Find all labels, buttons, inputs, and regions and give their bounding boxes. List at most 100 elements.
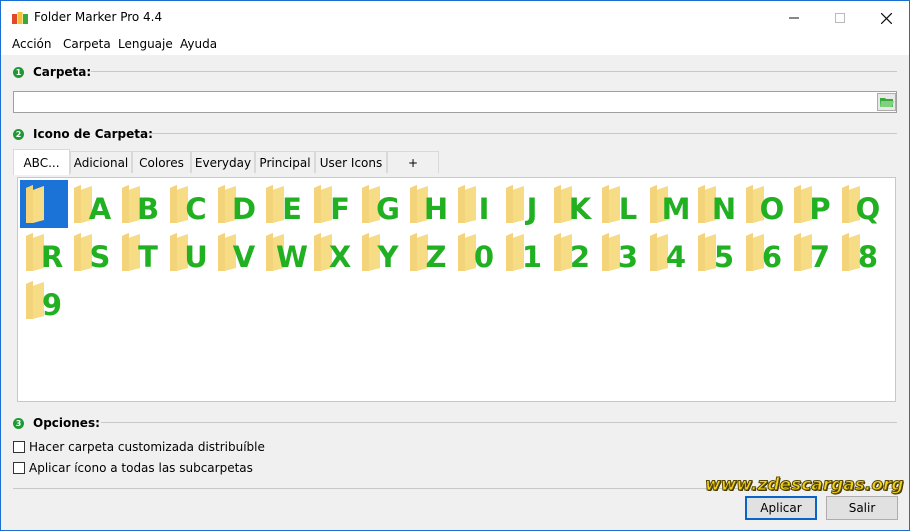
menu-carpeta[interactable]: Carpeta (63, 37, 111, 51)
menu-accion[interactable]: Acción (12, 37, 51, 51)
folder-icon-item[interactable]: 0 (452, 228, 500, 276)
section-divider (91, 71, 897, 72)
distributable-checkbox[interactable] (13, 441, 25, 453)
distributable-label: Hacer carpeta customizada distribuíble (29, 440, 265, 454)
section-options-header: 3 Opciones: (13, 415, 100, 431)
folder-icon-item[interactable]: E (260, 180, 308, 228)
icon-glyph-label: 9 (41, 288, 63, 322)
tab-adicional[interactable]: Adicional (70, 151, 132, 173)
folder-icon-item[interactable]: 2 (548, 228, 596, 276)
close-icon (880, 12, 892, 24)
subfolders-checkbox[interactable] (13, 462, 25, 474)
folder-icon-item[interactable]: U (164, 228, 212, 276)
step-3-badge: 3 (13, 417, 24, 429)
folder-icon-item[interactable]: V (212, 228, 260, 276)
section-options-label: Opciones: (33, 416, 100, 430)
folder-icon-item[interactable]: S (68, 228, 116, 276)
subfolders-label: Aplicar ícono a todas las subcarpetas (29, 461, 253, 475)
step-1-badge: 1 (13, 66, 24, 78)
section-divider (101, 422, 897, 423)
window-title: Folder Marker Pro 4.4 (34, 10, 163, 24)
tab-add[interactable]: + (387, 151, 439, 173)
icon-glyph-label: I (478, 192, 490, 226)
icon-glyph-label: B (136, 192, 160, 226)
folder-icon-item[interactable]: H (404, 180, 452, 228)
maximize-button[interactable] (817, 1, 863, 35)
icon-glyph-label: 3 (617, 240, 639, 274)
exit-button[interactable]: Salir (826, 496, 898, 520)
tab-everyday[interactable]: Everyday (191, 151, 255, 173)
folder-icon-item[interactable]: O (740, 180, 788, 228)
icon-glyph-label: V (232, 240, 256, 274)
icon-glyph-label: O (759, 192, 785, 226)
folder-icon-item[interactable]: J (500, 180, 548, 228)
folder-icon-item[interactable]: B (116, 180, 164, 228)
folder-icon-item[interactable]: L (596, 180, 644, 228)
folder-icon-item[interactable]: C (164, 180, 212, 228)
icon-glyph-label: J (526, 192, 538, 226)
main-window: Folder Marker Pro 4.4 Acción Carpeta Len… (0, 0, 910, 531)
tab-abc[interactable]: ABC... (13, 149, 70, 175)
tab-colores[interactable]: Colores (132, 151, 191, 173)
folder-icon-item[interactable]: T (116, 228, 164, 276)
folder-path-input[interactable] (13, 91, 897, 113)
icon-glyph-label: A (88, 192, 112, 226)
step-2-badge: 2 (13, 128, 24, 140)
icon-glyph-label: 6 (761, 240, 783, 274)
menu-lenguaje[interactable]: Lenguaje (118, 37, 173, 51)
menu-ayuda[interactable]: Ayuda (180, 37, 217, 51)
icon-glyph-label: R (40, 240, 64, 274)
icon-glyph-label: 1 (521, 240, 543, 274)
option-subfolders[interactable]: Aplicar ícono a todas las subcarpetas (13, 460, 253, 476)
tab-user-icons[interactable]: User Icons (315, 151, 387, 173)
folder-icon-item[interactable]: I (452, 180, 500, 228)
folder-icon-item[interactable]: F (308, 180, 356, 228)
option-distributable[interactable]: Hacer carpeta customizada distribuíble (13, 439, 265, 455)
tab-principal[interactable]: Principal (255, 151, 315, 173)
browse-folder-button[interactable] (877, 93, 896, 111)
folder-icon-item[interactable]: 6 (740, 228, 788, 276)
folder-icon-item[interactable]: Q (836, 180, 884, 228)
close-button[interactable] (863, 1, 909, 35)
icon-glyph-label: Q (855, 192, 881, 226)
folder-icon-item[interactable]: 4 (644, 228, 692, 276)
folder-icon-item[interactable]: N (692, 180, 740, 228)
folder-icon-item[interactable]: K (548, 180, 596, 228)
icon-glyph-label: 4 (665, 240, 687, 274)
icon-glyph-label: 2 (569, 240, 591, 274)
apply-button[interactable]: Aplicar (745, 496, 817, 520)
icon-glyph-label: T (138, 240, 158, 274)
icon-glyph-label: 7 (809, 240, 831, 274)
section-folder-header: 1 Carpeta: (13, 64, 91, 80)
folder-icon-item[interactable]: 5 (692, 228, 740, 276)
folder-icon-item[interactable]: 7 (788, 228, 836, 276)
folder-icon (26, 185, 44, 223)
icon-glyph-label: C (185, 192, 207, 226)
folder-icon-item[interactable]: D (212, 180, 260, 228)
icon-glyph-label: L (618, 192, 638, 226)
section-icon-header: 2 Icono de Carpeta: (13, 126, 153, 142)
icon-glyph-label: F (330, 192, 350, 226)
icon-glyph-label: H (423, 192, 449, 226)
folder-icon-item[interactable]: Z (404, 228, 452, 276)
folder-icon-item[interactable]: R (20, 228, 68, 276)
icon-glyph-label: 8 (857, 240, 879, 274)
folder-icon-item[interactable] (20, 180, 68, 228)
icon-glyph-label: G (376, 192, 400, 226)
folder-icon-item[interactable]: A (68, 180, 116, 228)
icon-glyph-label: Z (425, 240, 447, 274)
folder-icon-item[interactable]: G (356, 180, 404, 228)
folder-icon-item[interactable]: 9 (20, 276, 68, 324)
folder-icon-item[interactable]: X (308, 228, 356, 276)
folder-icon-item[interactable]: W (260, 228, 308, 276)
minimize-button[interactable] (771, 1, 817, 35)
folder-icon-item[interactable]: 3 (596, 228, 644, 276)
folder-icon-item[interactable]: P (788, 180, 836, 228)
folder-icon-item[interactable]: 8 (836, 228, 884, 276)
icon-glyph-label: P (809, 192, 831, 226)
folder-icon-item[interactable]: M (644, 180, 692, 228)
icon-glyph-label: 0 (473, 240, 495, 274)
folder-icon-item[interactable]: Y (356, 228, 404, 276)
icon-glyph-label: K (568, 192, 592, 226)
folder-icon-item[interactable]: 1 (500, 228, 548, 276)
